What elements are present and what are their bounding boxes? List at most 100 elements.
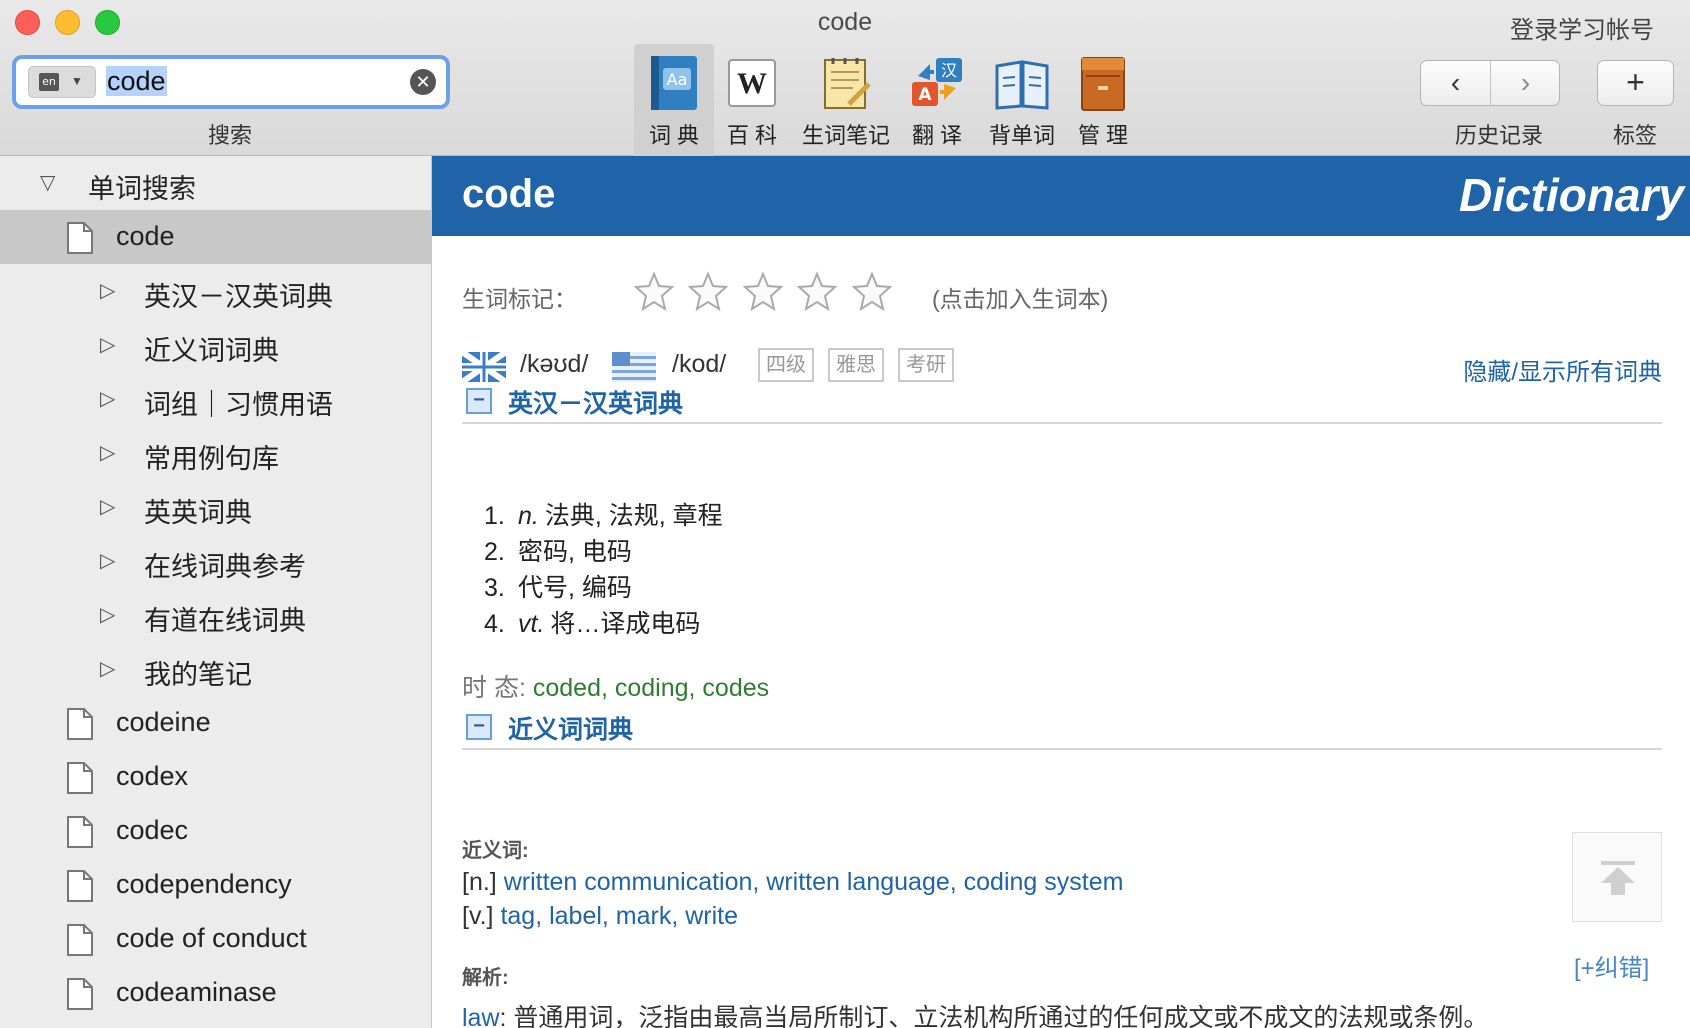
sidebar-word-item[interactable]: codeine [0, 696, 431, 750]
sidebar-item-label: 我的笔记 [144, 660, 252, 690]
collapse-icon[interactable]: − [466, 388, 492, 414]
sidebar-word-item[interactable]: code of conduct [0, 912, 431, 966]
sidebar-source-item[interactable]: ▷ 有道在线词典 [0, 588, 431, 642]
star-icon[interactable] [686, 270, 730, 314]
analysis-text: law: 普通用词，泛指由最高当局所制订、立法机构所通过的任何成文或不成文的法规… [462, 998, 1488, 1028]
search-field[interactable]: en ▼ code ✕ [12, 55, 450, 109]
verb-synonyms: [v.] tag, label, mark, write [462, 902, 739, 930]
document-icon [67, 222, 93, 254]
tool-label: 词 典 [648, 123, 700, 148]
noun-synonyms: [n.] written communication, written lang… [462, 868, 1124, 896]
forward-arrow-icon[interactable]: › [1491, 67, 1560, 99]
us-flag-speaker-icon[interactable] [612, 352, 656, 382]
clear-search-icon[interactable]: ✕ [410, 69, 436, 95]
document-icon [67, 870, 93, 902]
sidebar-item-selected-word[interactable]: code [0, 210, 431, 264]
translate-icon: 汉 A [912, 58, 962, 106]
sidebar-source-item[interactable]: ▷ 我的笔记 [0, 642, 431, 696]
sidebar-item-label: codeaminase [116, 977, 277, 1007]
dictionary-brand: Dictionary [1459, 169, 1684, 221]
sidebar-item-label: 词组｜习惯用语 [144, 390, 333, 420]
disclosure-closed-icon[interactable]: ▷ [100, 548, 115, 573]
tool-manage[interactable]: 管 理 [1068, 44, 1138, 156]
entry-word: code [462, 172, 556, 216]
star-rating [632, 270, 900, 314]
sidebar-word-item[interactable]: codeaminase [0, 966, 431, 1020]
sidebar-word-item[interactable]: codec [0, 804, 431, 858]
sidebar-source-item[interactable]: ▷ 英英词典 [0, 480, 431, 534]
disclosure-closed-icon[interactable]: ▷ [100, 494, 115, 519]
tool-dictionary[interactable]: Aa 词 典 [634, 44, 714, 156]
svg-text:A: A [918, 85, 932, 105]
sidebar-item-label: 英英词典 [144, 498, 252, 528]
svg-text:W: W [737, 67, 767, 100]
synonyms-label: 近义词: [462, 840, 529, 862]
dictionary-content: code Dictionary 生词标记： (点击加入生词本) /kəʊd/ /… [432, 156, 1690, 1028]
bookmark-label: 标签 [1613, 123, 1658, 148]
tool-label: 翻 译 [911, 123, 963, 148]
star-icon[interactable] [632, 270, 676, 314]
disclosure-closed-icon[interactable]: ▷ [100, 278, 115, 303]
tool-vocab-notes[interactable]: 生词笔记 [796, 44, 896, 156]
tool-translate[interactable]: 汉 A 翻 译 [904, 44, 970, 156]
synonym-links[interactable]: tag, label, mark, write [500, 902, 738, 930]
sidebar-item-label: code [116, 221, 175, 251]
sidebar-source-item[interactable]: ▷ 近义词词典 [0, 318, 431, 372]
disclosure-closed-icon[interactable]: ▷ [100, 602, 115, 627]
svg-text:Aa: Aa [667, 70, 688, 89]
sidebar-item-label: code of conduct [116, 923, 307, 953]
tool-encyclopedia[interactable]: W 百 科 [716, 44, 788, 156]
search-input[interactable]: code [106, 64, 167, 98]
document-icon [67, 978, 93, 1010]
arrow-up-icon [1601, 861, 1635, 895]
sidebar-source-item[interactable]: ▷ 英汉－汉英词典 [0, 264, 431, 318]
sidebar-group-word-search[interactable]: ▽ 单词搜索 [0, 156, 431, 210]
sidebar-source-item[interactable]: ▷ 词组｜习惯用语 [0, 372, 431, 426]
sidebar-word-item[interactable]: codex [0, 750, 431, 804]
disclosure-closed-icon[interactable]: ▷ [100, 332, 115, 357]
sidebar-source-item[interactable]: ▷ 常用例句库 [0, 426, 431, 480]
tool-label: 背单词 [988, 123, 1055, 148]
collapse-icon[interactable]: − [466, 714, 492, 740]
exam-tag: 雅思 [828, 348, 884, 382]
star-icon[interactable] [795, 270, 839, 314]
history-label: 历史记录 [1455, 123, 1544, 148]
tool-memorize[interactable]: 背单词 [982, 44, 1062, 156]
sidebar-item-label: 英汉－汉英词典 [144, 282, 333, 312]
exam-tag: 四级 [758, 348, 814, 382]
sidebar-item-label: 常用例句库 [144, 444, 279, 474]
document-icon [67, 816, 93, 848]
disclosure-open-icon[interactable]: ▽ [40, 170, 55, 195]
disclosure-closed-icon[interactable]: ▷ [100, 386, 115, 411]
caret-down-icon: ▼ [71, 74, 83, 88]
add-to-vocab-hint[interactable]: (点击加入生词本) [932, 280, 1108, 314]
tense-values[interactable]: coded, coding, codes [533, 674, 769, 702]
star-icon[interactable] [741, 270, 785, 314]
disclosure-closed-icon[interactable]: ▷ [100, 440, 115, 465]
language-selector[interactable]: en ▼ [28, 66, 96, 98]
add-bookmark-button[interactable]: + [1597, 60, 1674, 106]
section-title: 近义词词典 [508, 716, 634, 744]
login-link[interactable]: 登录学习帐号 [1510, 10, 1654, 45]
sidebar-item-label: 有道在线词典 [144, 606, 306, 636]
uk-phonetic: /kəʊd/ [520, 350, 589, 378]
document-icon [67, 708, 93, 740]
scroll-to-top-button[interactable] [1572, 832, 1662, 922]
report-error-link[interactable]: [+纠错] [1574, 948, 1649, 983]
star-icon[interactable] [850, 270, 894, 314]
sidebar-item-label: codex [116, 761, 189, 791]
document-icon [67, 924, 93, 956]
analysis-label: 解析: [462, 967, 509, 989]
analysis-word-link[interactable]: law [462, 1004, 500, 1028]
uk-flag-speaker-icon[interactable] [462, 352, 506, 382]
history-nav: ‹ › [1420, 60, 1560, 106]
notepad-icon [824, 58, 871, 109]
sidebar-source-item[interactable]: ▷ 在线词典参考 [0, 534, 431, 588]
sidebar: ▽ 单词搜索 code ▷ 英汉－汉英词典 ▷ 近义词词典 ▷ 词组｜习惯用语 … [0, 156, 432, 1028]
disclosure-closed-icon[interactable]: ▷ [100, 656, 115, 681]
tense-forms: 时 态: coded, coding, codes [462, 668, 769, 704]
sidebar-word-item[interactable]: codependency [0, 858, 431, 912]
synonym-links[interactable]: written communication, written language,… [504, 868, 1124, 896]
back-arrow-icon[interactable]: ‹ [1421, 67, 1490, 99]
toggle-all-dictionaries-link[interactable]: 隐藏/显示所有词典 [1463, 352, 1662, 387]
